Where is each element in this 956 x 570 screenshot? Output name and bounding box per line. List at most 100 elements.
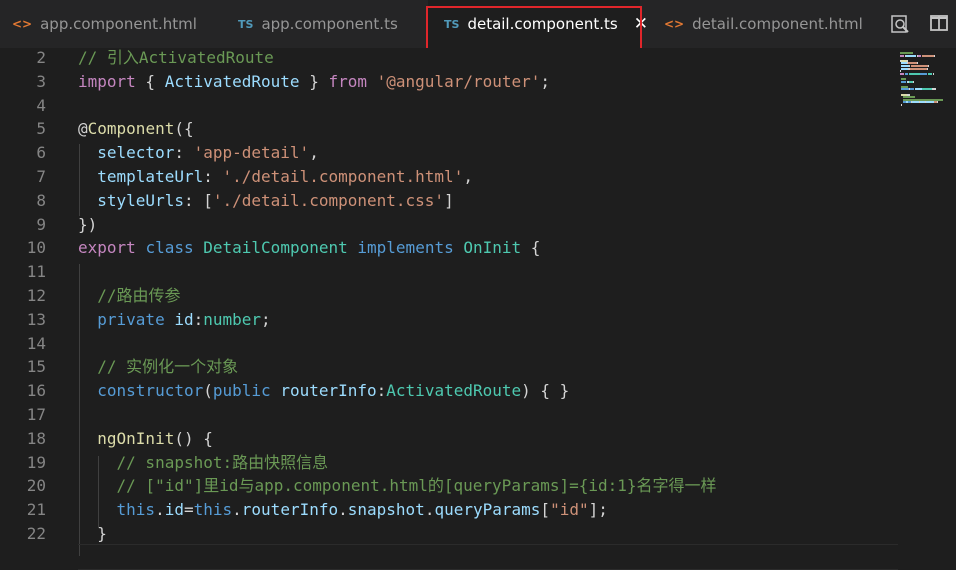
search-preview-icon[interactable] bbox=[890, 14, 910, 38]
code-token: selector bbox=[78, 143, 175, 163]
line-number: 18 bbox=[26, 428, 46, 448]
code-token: DetailComponent bbox=[203, 238, 348, 258]
code-token: : bbox=[193, 309, 204, 329]
code-token: }) bbox=[78, 214, 98, 234]
code-token: @ bbox=[78, 119, 88, 139]
minimap-token bbox=[901, 88, 910, 91]
code-editor[interactable]: 2 // 引入ActivatedRoute 3 import { ActivatedR… bbox=[0, 46, 956, 570]
code-token: this bbox=[78, 500, 156, 520]
code-token: ; bbox=[261, 309, 271, 329]
minimap-token bbox=[900, 72, 905, 75]
code-token: } bbox=[78, 524, 107, 543]
tab-label: detail.component.ts bbox=[467, 15, 618, 33]
code-text: }) bbox=[78, 213, 97, 237]
tab-app-component-html[interactable]: <> app.component.html bbox=[0, 0, 212, 48]
code-text: // snapshot:路由快照信息 bbox=[78, 451, 329, 475]
minimap-token bbox=[913, 80, 914, 83]
code-token: : bbox=[203, 167, 223, 186]
minimap-token bbox=[933, 54, 935, 57]
code-line: 13 private id:number; bbox=[0, 308, 898, 332]
minimap-token bbox=[901, 80, 907, 83]
code-token: routerInfo bbox=[280, 381, 377, 401]
code-line: 6 selector: 'app-detail', bbox=[0, 141, 898, 165]
code-text: @Component({ bbox=[78, 117, 194, 141]
code-text: export class DetailComponent implements … bbox=[78, 236, 540, 260]
line-number: 20 bbox=[26, 476, 46, 496]
code-line: 17 bbox=[0, 403, 898, 427]
minimap-token bbox=[906, 54, 917, 57]
code-token: // 引入ActivatedRoute bbox=[78, 48, 274, 67]
html-file-icon: <> bbox=[664, 17, 685, 31]
line-number: 10 bbox=[26, 238, 46, 258]
code-token: //路由传参 bbox=[78, 286, 181, 305]
code-text: this.id=this.routerInfo.snapshot.queryPa… bbox=[78, 498, 608, 522]
minimap-token bbox=[928, 65, 929, 67]
code-token: : bbox=[174, 143, 194, 163]
minimap-token bbox=[925, 101, 934, 104]
typescript-file-icon: TS bbox=[444, 17, 460, 31]
code-line: 20 // ["id"]里id与app.component.html的[quer… bbox=[0, 474, 898, 498]
code-line: 3 import { ActivatedRoute } from '@angula… bbox=[0, 70, 898, 94]
minimap[interactable] bbox=[898, 48, 956, 556]
code-token: () { bbox=[174, 428, 213, 448]
code-line: 14 bbox=[0, 332, 898, 356]
minimap-token bbox=[932, 72, 934, 75]
tab-label: detail.component.html bbox=[692, 15, 863, 33]
code-token: import bbox=[78, 71, 136, 91]
split-editor-icon[interactable] bbox=[930, 14, 948, 36]
minimap-token bbox=[926, 67, 928, 70]
code-line: 11 bbox=[0, 260, 898, 284]
code-text: import { ActivatedRoute } from '@angular… bbox=[78, 70, 550, 94]
minimap-token bbox=[901, 104, 903, 106]
minimap-token bbox=[918, 54, 921, 57]
code-token: // ["id"]里id与app.component.html的[queryPa… bbox=[78, 476, 717, 496]
code-line: 9}) bbox=[0, 213, 898, 237]
code-token: from bbox=[328, 71, 367, 91]
code-token: public bbox=[212, 381, 271, 401]
code-token: OnInit bbox=[463, 238, 522, 258]
tab-detail-component-ts[interactable]: TS detail.component.ts ✕ bbox=[428, 0, 648, 48]
minimap-token bbox=[900, 54, 905, 57]
tab-detail-component-html[interactable]: <> detail.component.html bbox=[644, 0, 872, 48]
minimap-token bbox=[909, 72, 920, 75]
code-text: styleUrls: ['./detail.component.css'] bbox=[78, 189, 454, 213]
code-text: // 实例化一个对象 bbox=[78, 355, 238, 379]
tab-app-component-ts[interactable]: TS app.component.ts bbox=[212, 0, 426, 48]
code-text: ngOnInit() { bbox=[78, 427, 213, 451]
code-token: : bbox=[376, 381, 387, 401]
minimap-token bbox=[909, 67, 927, 70]
minimap-token bbox=[937, 101, 939, 104]
code-token: templateUrl bbox=[78, 167, 204, 186]
code-line: 18 ngOnInit() { bbox=[0, 427, 898, 451]
line-number: 15 bbox=[26, 357, 46, 377]
line-number: 12 bbox=[26, 286, 46, 305]
code-token: export bbox=[78, 238, 136, 258]
code-line: 4 bbox=[0, 94, 898, 118]
code-token: id bbox=[164, 500, 184, 520]
minimap-token bbox=[920, 72, 928, 75]
code-line: 10 export class DetailComponent implement… bbox=[0, 236, 898, 260]
line-number: 7 bbox=[36, 167, 46, 186]
code-token: constructor bbox=[78, 381, 204, 401]
tab-label: app.component.ts bbox=[261, 15, 398, 33]
code-token: ( bbox=[203, 381, 213, 401]
code-token: . bbox=[155, 500, 165, 520]
code-text: // 引入ActivatedRoute bbox=[78, 46, 274, 70]
line-number: 8 bbox=[36, 190, 46, 210]
line-number: 9 bbox=[36, 214, 46, 234]
code-token: : [ bbox=[183, 190, 213, 210]
minimap-token bbox=[928, 72, 933, 75]
current-line-highlight bbox=[78, 544, 898, 570]
code-token: . bbox=[424, 500, 435, 520]
code-token: { bbox=[521, 238, 541, 258]
code-text: constructor(public routerInfo:ActivatedR… bbox=[78, 379, 569, 403]
code-token: ] bbox=[444, 190, 454, 210]
code-token: queryParams bbox=[434, 500, 541, 520]
code-token: , bbox=[309, 143, 319, 163]
line-number: 6 bbox=[36, 143, 46, 163]
